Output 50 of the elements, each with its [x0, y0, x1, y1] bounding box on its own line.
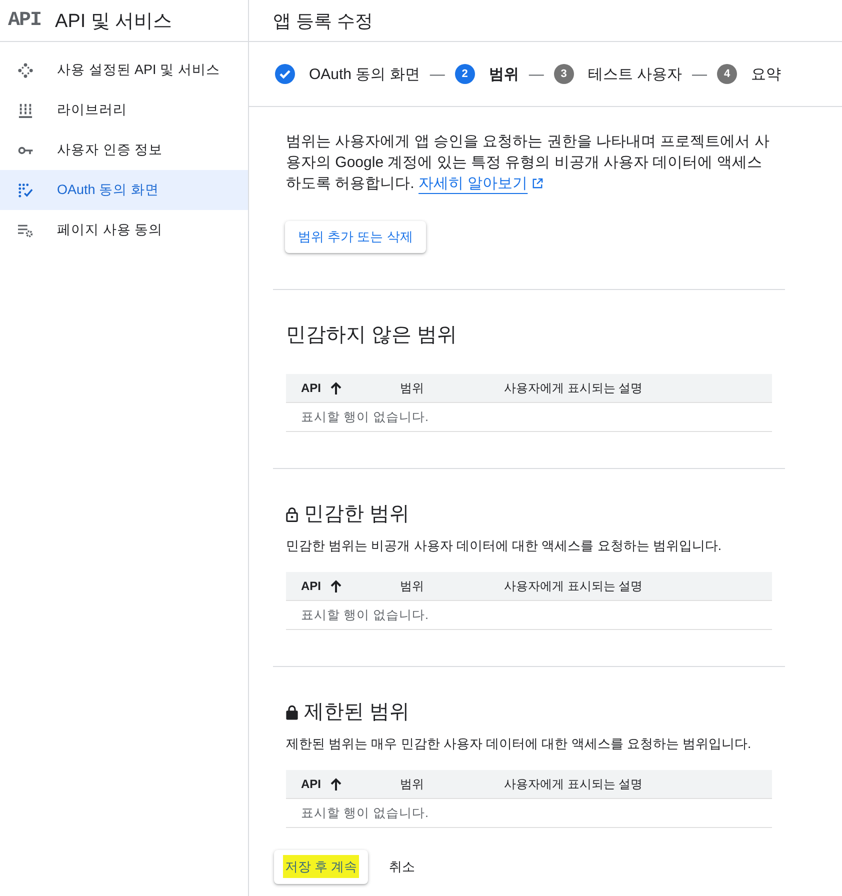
empty-table-message: 표시할 행이 없습니다.	[301, 606, 428, 624]
list-gear-icon	[18, 222, 33, 238]
column-header[interactable]: API	[286, 381, 385, 395]
learn-more-link[interactable]: 자세히 알아보기	[418, 175, 543, 192]
column-header[interactable]: 범위	[385, 380, 489, 396]
step-label: 요약	[751, 64, 782, 84]
add-remove-scopes-button[interactable]: 범위 추가 또는 삭제	[285, 221, 426, 253]
column-header[interactable]: 범위	[385, 578, 489, 594]
empty-table-message: 표시할 행이 없습니다.	[301, 408, 428, 426]
api-logo: API	[8, 9, 42, 32]
sidebar-item[interactable]: 사용 설정된 API 및 서비스	[0, 50, 248, 90]
section-title: 제한된 범위	[304, 700, 410, 725]
sidebar-item[interactable]: OAuth 동의 화면	[0, 170, 248, 210]
step-label: 테스트 사용자	[588, 64, 682, 84]
lock-outline-icon	[286, 506, 298, 522]
sort-ascending-icon	[330, 382, 342, 394]
dot-grid-icon	[18, 182, 33, 198]
sidebar-title: API 및 서비스	[55, 10, 172, 34]
key-icon	[18, 146, 33, 154]
step-number: 2	[454, 64, 475, 84]
column-header[interactable]: 사용자에게 표시되는 설명	[489, 776, 643, 792]
sidebar-item[interactable]: 사용자 인증 정보	[0, 130, 248, 170]
section-title: 민감한 범위	[304, 502, 410, 527]
intro-text: 범위는 사용자에게 앱 승인을 요청하는 권한을 나타내며 프로젝트에서 사용자의 Google 계정에 있는 특정 유형의 비공개 사용자 데이터에 액세스하도록 허용합니다. 자세히 알아보기	[285, 132, 770, 194]
step-label: OAuth 동의 화면	[309, 64, 420, 84]
lock-icon	[286, 704, 298, 720]
page-title: 앱 등록 수정	[273, 10, 374, 32]
step-number: 4	[717, 64, 738, 84]
step-label: 범위	[488, 64, 519, 84]
save-continue-button[interactable]: 저장 후 계속	[274, 850, 368, 884]
sort-ascending-icon	[330, 778, 342, 790]
column-header[interactable]: 사용자에게 표시되는 설명	[489, 578, 643, 594]
step-separator: —	[692, 66, 708, 82]
sidebar-item[interactable]: 페이지 사용 동의	[0, 210, 248, 250]
section-description: 민감한 범위는 비공개 사용자 데이터에 대한 액세스를 요청하는 범위입니다.	[286, 537, 723, 555]
step-separator: —	[528, 66, 544, 82]
sort-ascending-icon	[330, 580, 342, 592]
column-header[interactable]: API	[286, 777, 385, 791]
dot-diamond-icon	[18, 62, 33, 78]
column-header[interactable]: 사용자에게 표시되는 설명	[489, 380, 643, 396]
section-title: 민감하지 않은 범위	[286, 323, 458, 348]
columns-icon	[18, 102, 33, 118]
step-number: 3	[554, 64, 574, 84]
column-header[interactable]: 범위	[385, 776, 489, 792]
empty-table-message: 표시할 행이 없습니다.	[301, 804, 428, 822]
column-header[interactable]: API	[286, 579, 385, 593]
step-separator: —	[430, 66, 445, 82]
section-description: 제한된 범위는 매우 민감한 사용자 데이터에 대한 액세스를 요청하는 범위입니다.	[286, 735, 752, 753]
sidebar-item[interactable]: 라이브러리	[0, 90, 248, 130]
external-link-icon	[532, 178, 543, 189]
